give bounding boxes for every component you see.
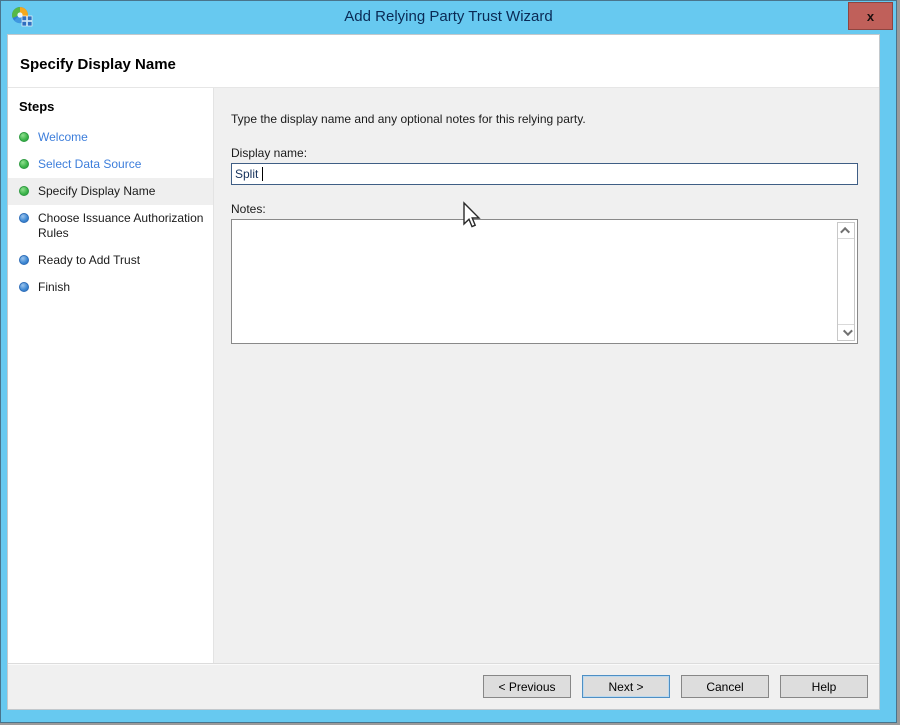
sidebar-item-welcome[interactable]: Welcome: [8, 124, 213, 151]
steps-list: Welcome Select Data Source Specify Display…: [8, 124, 213, 301]
wizard-dialog: Specify Display Name Steps Welcome Select…: [7, 34, 880, 710]
help-button[interactable]: Help: [780, 675, 868, 698]
display-name-input[interactable]: [231, 163, 858, 185]
scroll-down-button[interactable]: [838, 324, 854, 340]
notes-scrollbar[interactable]: [837, 222, 855, 341]
step-label: Choose Issuance Authorization Rules: [38, 211, 207, 241]
chevron-down-icon: [842, 326, 852, 336]
chevron-up-icon: [840, 227, 850, 237]
step-label: Finish: [38, 280, 70, 295]
window-title: Add Relying Party Trust Wizard: [1, 8, 896, 25]
sidebar-item-choose-issuance-authorization-rules: Choose Issuance Authorization Rules: [8, 205, 213, 247]
text-caret: [262, 167, 263, 181]
wizard-window: Add Relying Party Trust Wizard x Specify…: [0, 0, 897, 723]
step-pending-icon: [19, 213, 29, 223]
step-pending-icon: [19, 255, 29, 265]
step-completed-icon: [19, 159, 29, 169]
page-title: Specify Display Name: [8, 35, 879, 73]
notes-input[interactable]: [232, 220, 835, 343]
sidebar-item-ready-to-add-trust: Ready to Add Trust: [8, 247, 213, 274]
steps-sidebar: Steps Welcome Select Data Source Specify D…: [8, 88, 214, 663]
scroll-up-button[interactable]: [838, 223, 854, 239]
cancel-button[interactable]: Cancel: [681, 675, 769, 698]
content-panel: Type the display name and any optional n…: [214, 88, 879, 663]
intro-text: Type the display name and any optional n…: [231, 112, 879, 126]
dialog-body: Steps Welcome Select Data Source Specify D…: [8, 88, 879, 663]
notes-field: [231, 219, 858, 344]
sidebar-item-select-data-source[interactable]: Select Data Source: [8, 151, 213, 178]
step-completed-icon: [19, 132, 29, 142]
titlebar: Add Relying Party Trust Wizard x: [1, 1, 896, 34]
step-label: Specify Display Name: [38, 184, 155, 199]
next-button[interactable]: Next >: [582, 675, 670, 698]
close-button[interactable]: x: [848, 2, 893, 30]
step-label: Ready to Add Trust: [38, 253, 140, 268]
steps-heading: Steps: [8, 88, 213, 118]
previous-button[interactable]: < Previous: [483, 675, 571, 698]
display-name-field-wrap: [231, 163, 858, 185]
step-label: Welcome: [38, 130, 88, 145]
dialog-header: Specify Display Name: [8, 35, 879, 88]
sidebar-item-specify-display-name: Specify Display Name: [8, 178, 213, 205]
dialog-footer: < Previous Next > Cancel Help: [8, 663, 879, 709]
step-label: Select Data Source: [38, 157, 141, 172]
step-pending-icon: [19, 282, 29, 292]
display-name-label: Display name:: [231, 146, 879, 160]
mouse-cursor: [458, 200, 482, 232]
close-icon: x: [867, 9, 874, 24]
sidebar-item-finish: Finish: [8, 274, 213, 301]
step-completed-icon: [19, 186, 29, 196]
notes-label: Notes:: [231, 202, 879, 216]
